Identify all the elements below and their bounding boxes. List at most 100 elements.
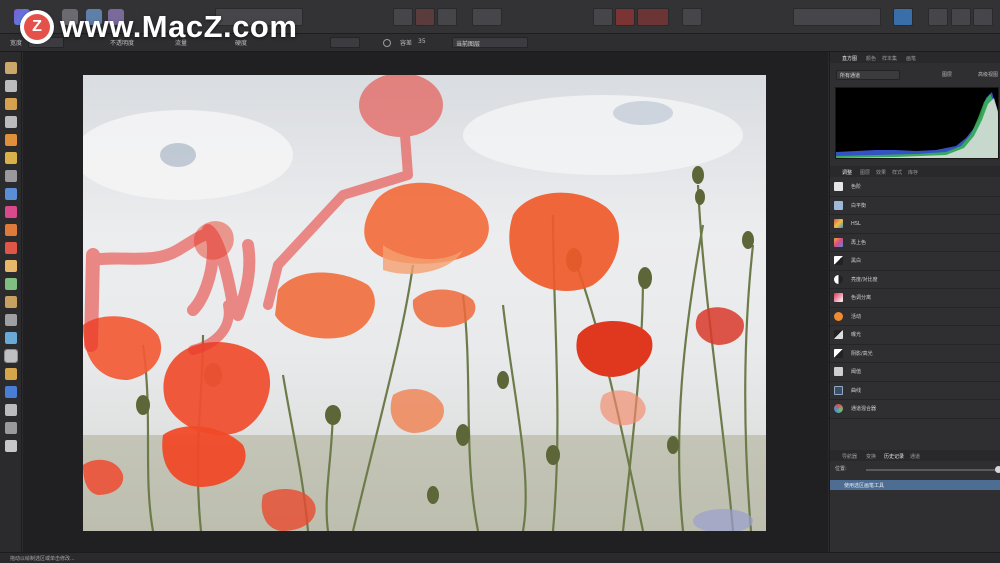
- adjustment-label: 曝光: [851, 332, 862, 339]
- shadows-highlights-icon: [834, 348, 843, 358]
- inpainting-tool-icon[interactable]: [4, 349, 18, 363]
- black-white-icon: [834, 256, 843, 266]
- adjustment-label: 阴影/高光: [851, 350, 873, 357]
- canvas-area[interactable]: [23, 52, 828, 552]
- tab-stock[interactable]: 库存: [908, 169, 918, 176]
- histogram-chart: [836, 92, 998, 158]
- tab-styles[interactable]: 样式: [892, 169, 902, 176]
- threshold-icon: [834, 367, 843, 377]
- adjustment-curves[interactable]: 曲线: [830, 382, 1000, 400]
- tab-brushes[interactable]: 画笔: [906, 55, 916, 62]
- tab-channels[interactable]: 通道: [910, 453, 920, 460]
- clone-tool-icon[interactable]: [5, 242, 17, 254]
- crop-tool-icon[interactable]: [5, 116, 17, 128]
- adjustment-label: 阈值: [851, 369, 862, 376]
- tab-layers[interactable]: 图层: [860, 169, 870, 176]
- adjustment-shadows-highlights[interactable]: 阴影/高光: [830, 345, 1000, 363]
- tab-color[interactable]: 颜色: [866, 55, 876, 62]
- hsl-icon: [834, 219, 843, 229]
- adjustment-vibrance[interactable]: 活动: [830, 308, 1000, 326]
- color-picker-tool-icon[interactable]: [5, 98, 17, 110]
- flood-select-tool-icon[interactable]: [5, 152, 17, 164]
- adjustment-brightness-contrast[interactable]: 亮度/对比度: [830, 271, 1000, 289]
- recolor-icon: [834, 237, 843, 247]
- history-position-label: 位置:: [835, 466, 847, 472]
- export-icon[interactable]: [973, 8, 993, 26]
- tab-histogram[interactable]: 直方图: [842, 55, 857, 62]
- deselect-icon[interactable]: [415, 8, 435, 26]
- marquee-tool-icon[interactable]: [5, 170, 17, 182]
- selection-brush-tool-icon[interactable]: [5, 134, 17, 146]
- assistant-icon[interactable]: [893, 8, 913, 26]
- adjustment-label: 再上色: [851, 239, 867, 246]
- dodge-tool-icon[interactable]: [5, 278, 17, 290]
- adjustment-black-white[interactable]: 黑白: [830, 252, 1000, 271]
- levels-icon: [834, 182, 843, 192]
- white-balance-icon: [834, 200, 843, 210]
- poppy-photo[interactable]: [83, 75, 766, 531]
- hand-tool-icon[interactable]: [5, 62, 17, 74]
- adjustment-levels[interactable]: 色阶: [830, 178, 1000, 197]
- histogram-channel-select[interactable]: 所有通道: [836, 70, 900, 80]
- invert-selection-icon[interactable]: [437, 8, 457, 26]
- adjustment-posterize[interactable]: 色调分离: [830, 289, 1000, 308]
- adjustment-hsl[interactable]: HSL: [830, 215, 1000, 234]
- adjustment-white-balance[interactable]: 白平衡: [830, 197, 1000, 215]
- adjustment-recolor[interactable]: 再上色: [830, 234, 1000, 252]
- adjustment-label: 亮度/对比度: [851, 276, 878, 283]
- adjustment-exposure[interactable]: 曝光: [830, 326, 1000, 345]
- adjustment-label: 通道混合器: [851, 406, 877, 413]
- snap-toggle[interactable]: [330, 37, 360, 48]
- paint-brush-tool-icon[interactable]: [5, 224, 17, 236]
- middle-panel-tabs: 调整 图层 效果 样式 库存: [830, 166, 1000, 177]
- top-panel-tabs: 直方图 颜色 样本集 画笔: [830, 52, 1000, 63]
- history-item-selected[interactable]: 使用选区画笔工具: [830, 480, 1000, 490]
- sharpen-tool-icon[interactable]: [5, 332, 17, 344]
- shape-tool-icon[interactable]: [5, 386, 17, 398]
- eraser-tool-icon[interactable]: [5, 260, 17, 272]
- brightness-contrast-icon: [834, 274, 843, 284]
- histogram-graph: [835, 87, 999, 159]
- refresh-icon[interactable]: [383, 39, 391, 47]
- tab-transform[interactable]: 变换: [866, 453, 876, 460]
- tab-history[interactable]: 历史记录: [884, 453, 904, 460]
- adjustment-label: HSL: [851, 220, 861, 227]
- adjustment-label: 色阶: [851, 184, 862, 191]
- adjustment-label: 活动: [851, 313, 862, 320]
- move-tool-icon[interactable]: [5, 80, 17, 92]
- source-dropdown[interactable]: 当前图层: [452, 37, 528, 48]
- adjustment-channel-mixer[interactable]: 通道混合器: [830, 400, 1000, 419]
- rect-select-icon[interactable]: [393, 8, 413, 26]
- color-wheel-icon[interactable]: [928, 8, 948, 26]
- snapping-group[interactable]: [793, 8, 881, 26]
- history-slider-knob[interactable]: [995, 466, 1000, 473]
- histogram-layer-option[interactable]: 图层: [942, 71, 952, 78]
- adjustments-list: 色阶 白平衡 HSL 再上色 黑白 亮度/对比度 色调分离 活动 曝光 阴影/高…: [830, 178, 1000, 419]
- tab-swatches[interactable]: 样本集: [882, 55, 897, 62]
- status-bar: 拖动以绘制选区或单击修改...: [0, 552, 1000, 563]
- zoom-tool-icon[interactable]: [5, 422, 17, 434]
- fill-tool-icon[interactable]: [5, 188, 17, 200]
- brush-tool-icon[interactable]: [682, 8, 702, 26]
- text-tool-icon[interactable]: [5, 404, 17, 416]
- tab-effects[interactable]: 效果: [876, 169, 886, 176]
- arrange-icon[interactable]: [593, 8, 613, 26]
- history-slider-track[interactable]: [866, 469, 996, 471]
- gradient-tool-icon[interactable]: [5, 206, 17, 218]
- quick-mask-dropdown[interactable]: [472, 8, 502, 26]
- pen-tool-icon[interactable]: [5, 368, 17, 380]
- histogram-advanced-option[interactable]: 高级视图: [978, 71, 998, 78]
- vibrance-icon: [834, 311, 843, 321]
- site-watermark: Z www.MacZ.com: [20, 9, 297, 45]
- mask-dropdown[interactable]: [637, 8, 669, 26]
- blur-tool-icon[interactable]: [5, 314, 17, 326]
- layers-icon[interactable]: [951, 8, 971, 26]
- tab-navigator[interactable]: 导航器: [842, 453, 857, 460]
- smudge-tool-icon[interactable]: [5, 296, 17, 308]
- adjustment-threshold[interactable]: 阈值: [830, 363, 1000, 382]
- affinity-photo-window: Z www.MacZ.com 宽度 不透明度 流量 硬度 容差 35 当前图层: [0, 0, 1000, 563]
- color-fill-icon[interactable]: [615, 8, 635, 26]
- tab-adjustments[interactable]: 调整: [842, 169, 852, 176]
- view-tool-icon[interactable]: [5, 440, 17, 452]
- tolerance-value: 35: [418, 38, 426, 45]
